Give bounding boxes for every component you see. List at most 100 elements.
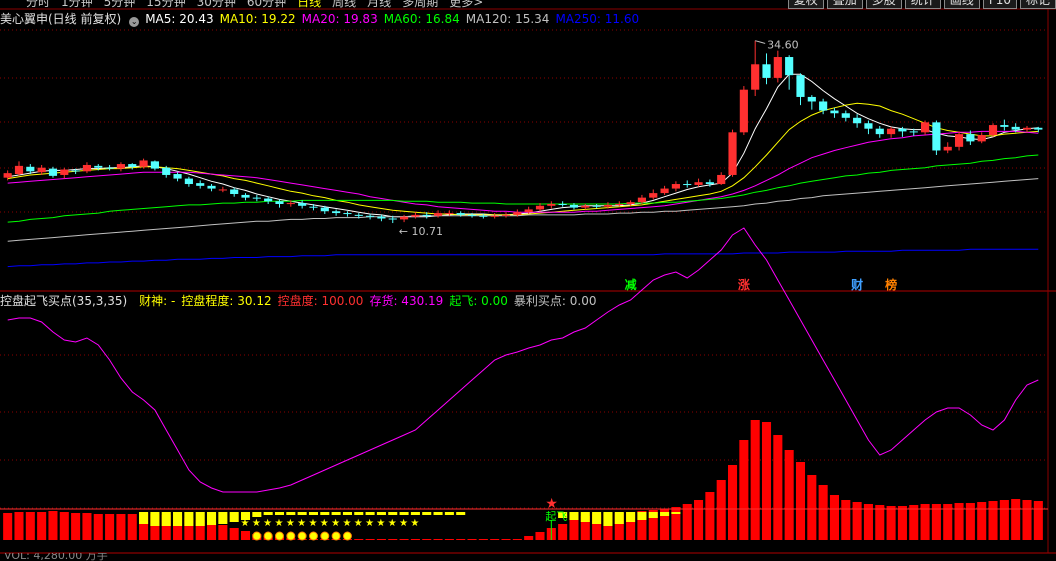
ma-line-MA5 — [7, 73, 1039, 218]
degree-bar — [671, 512, 681, 514]
signal-star-icon: ★ — [342, 518, 351, 529]
degree-bar — [150, 512, 160, 526]
indicator-legend-5: 暴利买点: 0.00 — [513, 294, 597, 308]
candle-body — [26, 166, 35, 172]
candle-body — [513, 212, 522, 215]
control-bar — [229, 528, 239, 540]
tab-4[interactable]: 30分钟 — [197, 0, 236, 9]
candle-body — [637, 197, 647, 203]
main-chart-legend: 美心翼申(日线 前复权) ⌄ MA5: 20.43 MA10: 19.22 MA20: … — [0, 11, 651, 27]
candle-body — [830, 110, 839, 114]
indicator-title: 控盘起飞买点(35,3,35) — [0, 294, 128, 308]
toolbar-button-1[interactable]: 叠加 — [826, 0, 863, 9]
degree-bar — [603, 512, 613, 526]
tab-0[interactable]: 分时 — [26, 0, 50, 9]
candle-body — [920, 122, 930, 133]
candle-body — [751, 64, 760, 90]
candle-body — [433, 213, 443, 216]
degree-bar — [660, 512, 670, 516]
control-bar — [105, 514, 115, 540]
tab-1[interactable]: 1分钟 — [61, 0, 93, 9]
tab-10[interactable]: 更多> — [449, 0, 483, 9]
tab-6[interactable]: 日线 — [297, 0, 321, 9]
signal-star-icon: ★ — [252, 518, 261, 529]
signal-circle-icon — [297, 531, 307, 541]
candle-body — [94, 165, 103, 168]
candle-body — [558, 203, 567, 205]
candle-body — [649, 193, 658, 198]
candle-body — [252, 197, 261, 199]
tab-3[interactable]: 15分钟 — [146, 0, 185, 9]
control-bar — [14, 512, 24, 540]
control-bar — [988, 501, 998, 540]
candle-body — [264, 198, 273, 202]
candle-body — [954, 134, 964, 147]
toolbar-button-6[interactable]: 标记 — [1019, 0, 1056, 9]
signal-circle-icon — [286, 531, 296, 541]
tab-2[interactable]: 5分钟 — [104, 0, 136, 9]
takeoff-label: 起飞 — [545, 510, 567, 523]
candle-body — [37, 167, 46, 173]
settings-circle-icon[interactable]: ⌄ — [129, 17, 140, 27]
control-bar — [535, 532, 545, 540]
candle-body — [184, 178, 193, 185]
signal-circle-icon — [342, 531, 352, 541]
candle-body — [966, 134, 975, 142]
candle-body — [1022, 127, 1032, 130]
indicator-legend-4: 起飞: 0.00 — [449, 294, 508, 308]
toolbar-button-0[interactable]: 复权 — [787, 0, 824, 9]
control-bar — [399, 539, 409, 540]
degree-bar — [161, 512, 171, 526]
candle-body — [343, 213, 352, 215]
candle-body — [535, 205, 545, 210]
tab-5[interactable]: 60分钟 — [247, 0, 286, 9]
control-bar — [501, 539, 511, 540]
toolbar-buttons: 复权 叠加 多股 统计 画线 F10 标记 — [785, 0, 1056, 9]
control-bar — [875, 505, 885, 540]
candle-body — [218, 189, 227, 191]
indicator-legend: 控盘起飞买点(35,3,35) 财神: - 控盘程度: 30.12 控盘度: 100.… — [0, 293, 608, 309]
degree-bar — [274, 512, 285, 515]
control-bar — [25, 512, 35, 540]
candle-body — [298, 203, 307, 206]
degree-bar — [433, 512, 443, 515]
degree-bar — [297, 512, 307, 515]
control-bar — [750, 420, 760, 540]
indicator-legend-3: 存货: 430.19 — [369, 294, 444, 308]
candle-body — [399, 216, 409, 220]
tab-8[interactable]: 月线 — [367, 0, 391, 9]
candle-body — [615, 203, 624, 205]
candle-body — [207, 185, 216, 189]
degree-bar — [580, 512, 590, 522]
candle-body — [467, 214, 477, 216]
control-bar — [558, 524, 568, 540]
control-bar — [240, 531, 251, 540]
control-bar — [354, 539, 364, 540]
ma-legend-5: MA250: 11.60 — [555, 12, 640, 26]
stock-chart[interactable]: 34.60← 10.71减涨财榜★起飞★ ★ ★ ★ ★ ★ ★ ★ ★ ★ ★ ★ ★ ★ ★ ★ — [0, 0, 1056, 561]
toolbar-button-4[interactable]: 画线 — [943, 0, 980, 9]
degree-bar — [365, 512, 375, 515]
stock-title: 美心翼申(日线 前复权) — [0, 12, 122, 26]
control-bar — [569, 520, 579, 540]
degree-bar — [354, 512, 364, 515]
tab-9[interactable]: 多周期 — [402, 0, 438, 9]
degree-bar — [184, 512, 194, 526]
control-bar — [671, 507, 681, 540]
toolbar-button-5[interactable]: F10 — [982, 0, 1017, 9]
degree-bar — [592, 512, 602, 524]
candle-body — [932, 122, 941, 151]
control-bar — [127, 514, 137, 540]
control-bar — [48, 511, 58, 540]
candle-body — [196, 183, 205, 186]
toolbar-button-3[interactable]: 统计 — [904, 0, 941, 9]
candle-body — [977, 135, 986, 142]
candle-body — [332, 211, 341, 214]
degree-bar — [173, 512, 183, 526]
candle-body — [887, 128, 896, 135]
control-bar — [388, 539, 398, 540]
candle-body — [128, 164, 137, 167]
toolbar-button-2[interactable]: 多股 — [865, 0, 902, 9]
tab-7[interactable]: 周线 — [332, 0, 356, 9]
candle-body — [501, 214, 511, 216]
